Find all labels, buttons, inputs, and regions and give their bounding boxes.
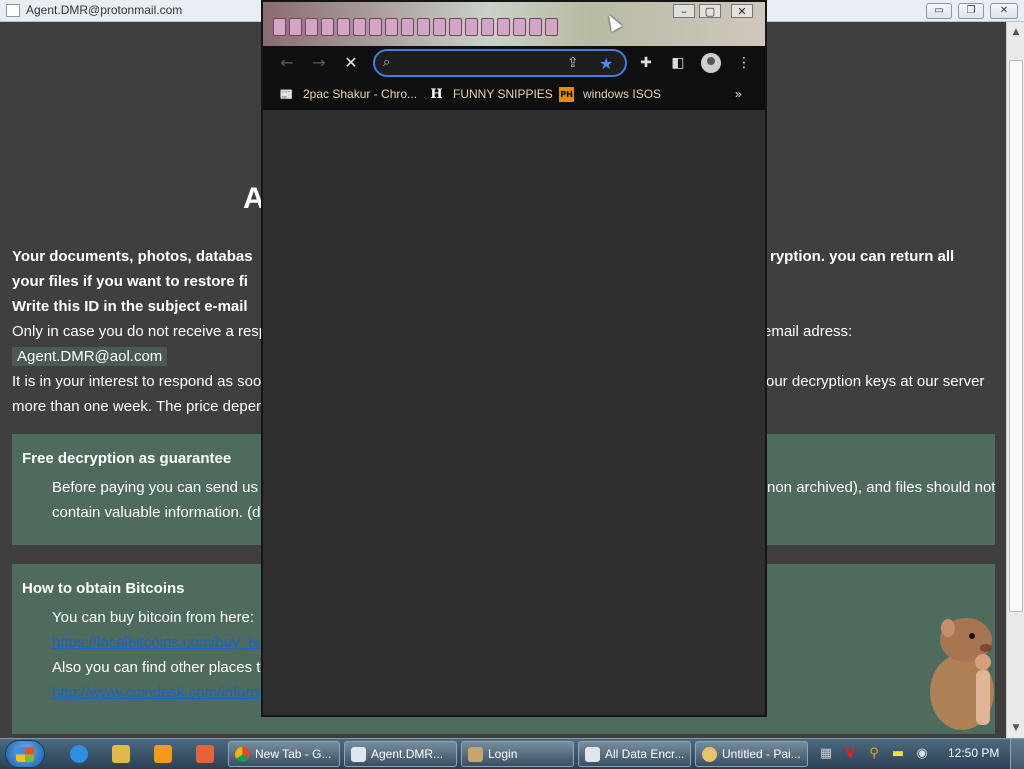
scroll-down-icon[interactable]: ▼ bbox=[1008, 720, 1024, 736]
ransom-line-2: your files if you want to restore fi bbox=[12, 273, 248, 290]
tray-antivirus-icon[interactable]: V bbox=[842, 746, 858, 762]
task-label: Agent.DMR... bbox=[371, 747, 444, 761]
bookmarks-bar: 📰 2pac Shakur - Chro... H FUNNY SNIPPIES… bbox=[263, 80, 765, 110]
chrome-minimize-icon[interactable]: – bbox=[673, 4, 695, 18]
panel-text: Also you can find other places to bbox=[52, 659, 269, 676]
restore-button[interactable]: ❐ bbox=[958, 3, 984, 19]
stop-loading-icon[interactable]: ✕ bbox=[341, 53, 361, 73]
coindesk-link[interactable]: http://www.coindesk.com/informa bbox=[52, 684, 271, 701]
task-label: New Tab - G... bbox=[255, 747, 332, 761]
internet-explorer-icon[interactable] bbox=[70, 745, 88, 763]
panel-heading: How to obtain Bitcoins bbox=[22, 580, 185, 597]
chrome-window: – ▢ ✕ ← → ✕ ⌕ ⇪ ★ ✚ ◧ ⋮ 📰 2pac Shakur - … bbox=[261, 0, 767, 717]
chrome-maximize-icon[interactable]: ▢ bbox=[699, 4, 721, 18]
scroll-thumb[interactable] bbox=[1009, 60, 1023, 612]
chrome-page-content[interactable] bbox=[263, 110, 765, 715]
ph-bookmark-icon: PH bbox=[559, 87, 574, 102]
news-bookmark-icon: 📰 bbox=[279, 88, 294, 101]
profile-avatar-icon[interactable] bbox=[701, 53, 721, 73]
start-button[interactable] bbox=[5, 740, 45, 768]
paint-icon bbox=[702, 747, 717, 762]
minimize-button[interactable]: ▭ bbox=[926, 3, 952, 19]
chrome-menu-icon[interactable]: ⋮ bbox=[735, 54, 753, 72]
forward-arrow-icon[interactable]: → bbox=[309, 53, 329, 73]
tray-search-icon[interactable]: ⚲ bbox=[866, 746, 882, 762]
contact-email: Agent.DMR@aol.com bbox=[12, 347, 168, 366]
ransom-line-1: Your documents, photos, databas bbox=[12, 248, 253, 265]
panel-text: You can buy bitcoin from here: bbox=[52, 609, 255, 626]
task-agent-dmr[interactable]: Agent.DMR... bbox=[344, 741, 457, 767]
address-input[interactable] bbox=[405, 54, 545, 72]
bookmark-2pac[interactable]: 2pac Shakur - Chro... bbox=[303, 87, 417, 101]
ransom-line-1-right: ryption. you can return all bbox=[770, 248, 955, 265]
bookmark-star-icon[interactable]: ★ bbox=[599, 54, 613, 73]
panel-text-right: non archived), and files should not bbox=[767, 479, 996, 496]
media-player-icon[interactable] bbox=[154, 745, 172, 763]
task-label: Untitled - Pai... bbox=[722, 747, 801, 761]
panel-text: Before paying you can send us bbox=[52, 479, 258, 496]
address-bar[interactable]: ⌕ ⇪ ★ bbox=[373, 49, 627, 77]
show-desktop-button[interactable] bbox=[1010, 739, 1024, 769]
hamster-dancer-image bbox=[930, 618, 994, 730]
bookmark-windows-isos[interactable]: windows ISOS bbox=[583, 87, 661, 101]
tray-network-icon[interactable]: ▦ bbox=[818, 746, 834, 762]
task-all-data-encrypted[interactable]: All Data Encr... bbox=[578, 741, 691, 767]
side-panel-icon[interactable]: ◧ bbox=[669, 54, 687, 72]
chrome-close-icon[interactable]: ✕ bbox=[731, 4, 753, 18]
task-paint[interactable]: Untitled - Pai... bbox=[695, 741, 808, 767]
window-app-icon bbox=[6, 4, 20, 17]
panel-heading: Free decryption as guarantee bbox=[22, 450, 232, 467]
bookmark-funny-snippies[interactable]: FUNNY SNIPPIES bbox=[453, 87, 553, 101]
localbitcoins-link[interactable]: https://localbitcoins.com/buy_bitco bbox=[52, 634, 280, 651]
task-chrome[interactable]: New Tab - G... bbox=[228, 741, 340, 767]
ransom-line-4: Only in case you do not receive a resp bbox=[12, 323, 268, 340]
search-icon: ⌕ bbox=[383, 55, 391, 70]
more-bookmarks-chevron-icon[interactable]: » bbox=[735, 87, 742, 101]
ransom-line-5: It is in your interest to respond as soo bbox=[12, 373, 262, 390]
chrome-toolbar: ← → ✕ ⌕ ⇪ ★ ✚ ◧ ⋮ bbox=[263, 46, 765, 80]
tab-strip-favicons bbox=[273, 18, 558, 38]
window-icon bbox=[585, 747, 600, 762]
tray-volume-icon[interactable]: ◉ bbox=[914, 746, 930, 762]
panel-text: contain valuable information. (da bbox=[52, 504, 269, 521]
ransom-window-title: Agent.DMR@protonmail.com bbox=[26, 3, 183, 17]
taskbar: New Tab - G... Agent.DMR... Login All Da… bbox=[0, 738, 1024, 769]
history-bookmark-icon: H bbox=[430, 87, 443, 102]
file-explorer-icon[interactable] bbox=[112, 745, 130, 763]
window-icon bbox=[351, 747, 366, 762]
login-app-icon bbox=[468, 747, 483, 762]
extensions-puzzle-icon[interactable]: ✚ bbox=[637, 54, 655, 72]
ransom-line-5-right: our decryption keys at our server bbox=[766, 373, 985, 390]
back-arrow-icon[interactable]: ← bbox=[277, 53, 297, 73]
close-button[interactable]: ✕ bbox=[990, 3, 1018, 19]
tray-notes-icon[interactable]: ▬ bbox=[890, 746, 906, 762]
system-clock[interactable]: 12:50 PM bbox=[948, 746, 999, 760]
task-label: Login bbox=[488, 747, 518, 761]
task-label: All Data Encr... bbox=[605, 747, 685, 761]
chrome-tabstrip[interactable]: – ▢ ✕ bbox=[263, 2, 765, 46]
paint-quick-icon[interactable] bbox=[196, 745, 214, 763]
ransom-line-4-right: email adress: bbox=[763, 323, 853, 340]
share-icon[interactable]: ⇪ bbox=[567, 55, 579, 71]
ransom-line-6: more than one week. The price deper bbox=[12, 398, 262, 415]
task-login[interactable]: Login bbox=[461, 741, 574, 767]
scroll-up-icon[interactable]: ▲ bbox=[1008, 24, 1024, 40]
ransom-line-3: Write this ID in the subject e-mail bbox=[12, 298, 248, 315]
chrome-icon bbox=[235, 747, 250, 762]
